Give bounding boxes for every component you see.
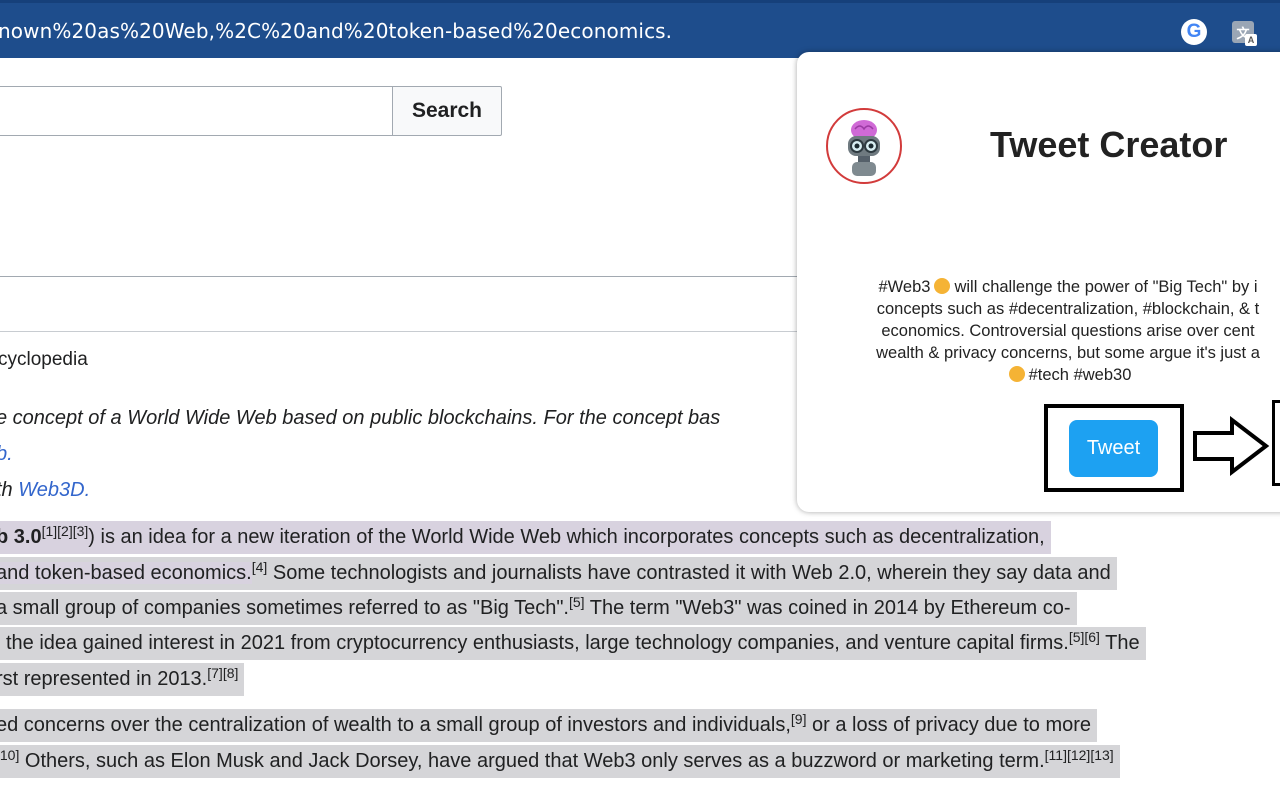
robot-avatar-icon <box>826 108 902 184</box>
citation[interactable]: [9] <box>791 711 807 727</box>
tweet-line: #tech #web30 <box>820 364 1280 386</box>
article-line: l the idea gained interest in 2021 from … <box>0 627 1146 660</box>
tweet-text-part: #tech #web30 <box>1028 366 1132 384</box>
divider <box>0 276 800 277</box>
citation[interactable]: [11][12][13] <box>1045 747 1114 763</box>
thinking-emoji-icon <box>934 278 951 294</box>
selected-text: ed concerns over the centralization of w… <box>0 709 1098 742</box>
tweet-line: wealth & privacy concerns, but some argu… <box>876 344 1260 362</box>
selected-text: [10] Others, such as Elon Musk and Jack … <box>0 745 1120 778</box>
citation[interactable]: [10] <box>0 747 19 763</box>
article-line: b 3.0[1][2][3]) is an idea for a new ite… <box>0 521 1051 554</box>
hatnote: e concept of a World Wide Web based on p… <box>0 407 720 430</box>
hatnote-link[interactable]: b. <box>0 443 13 465</box>
hatnote-text: th <box>0 479 13 501</box>
translate-icon[interactable]: 文A <box>1232 21 1257 46</box>
tweet-text-part: will challenge the power of "Big Tech" b… <box>954 278 1258 296</box>
url-text[interactable]: nown%20as%20Web,%2C%20and%20token-based%… <box>0 19 672 43</box>
popup-title: Tweet Creator <box>990 124 1228 165</box>
selected-text: l the idea gained interest in 2021 from … <box>0 627 1146 660</box>
article-line: [10] Others, such as Elon Musk and Jack … <box>0 745 1120 778</box>
tweet-line: concepts such as #decentralization, #blo… <box>876 300 1260 318</box>
citation[interactable]: [5] <box>569 594 585 610</box>
citation[interactable]: [5][6] <box>1069 629 1100 645</box>
article-line: and token-based economics.[4] Some techn… <box>0 557 1117 590</box>
tweet-text: #Web3 will challenge the power of "Big Te… <box>820 276 1280 386</box>
tweet-line: #Web3 will challenge the power of "Big Te… <box>820 276 1280 298</box>
page-subtitle: cyclopedia <box>0 349 88 370</box>
article-text: and token-based economics. <box>0 562 252 584</box>
citation[interactable]: [4] <box>252 559 268 575</box>
translate-sub-glyph: A <box>1245 34 1257 46</box>
article-text: ) is an idea for a new iteration of the … <box>88 526 1045 548</box>
arrow-right-icon <box>1193 416 1270 476</box>
selected-text: b 3.0[1][2][3]) is an idea for a new ite… <box>0 521 1051 554</box>
article-text: a small group of companies sometimes ref… <box>0 597 569 619</box>
divider <box>0 331 800 332</box>
article-text: The term "Web3" was coined in 2014 by Et… <box>584 597 1071 619</box>
google-icon[interactable]: G <box>1181 19 1207 45</box>
hatnote-text: e concept of a World Wide Web based on p… <box>0 407 721 429</box>
citation[interactable]: [1][2][3] <box>42 523 89 539</box>
article-text: rst represented in 2013. <box>0 668 208 690</box>
article-text: ed concerns over the centralization of w… <box>0 714 791 736</box>
tweet-button[interactable]: Tweet <box>1069 420 1158 477</box>
article-line: a small group of companies sometimes ref… <box>0 592 1077 625</box>
nerd-emoji-icon <box>1008 366 1025 382</box>
article-text: l the idea gained interest in 2021 from … <box>0 632 1069 654</box>
article-text: Others, such as Elon Musk and Jack Dorse… <box>19 750 1045 772</box>
selected-text: a small group of companies sometimes ref… <box>0 592 1077 625</box>
article-text: The <box>1099 632 1140 654</box>
bold-term: b 3.0 <box>0 526 42 548</box>
citation[interactable]: [7][8] <box>207 665 238 681</box>
web3d-link[interactable]: Web3D. <box>18 479 90 501</box>
article-line: ed concerns over the centralization of w… <box>0 709 1098 742</box>
tweet-text-part: #Web3 <box>878 278 931 296</box>
highlight-box-edge <box>1272 400 1280 486</box>
search-button[interactable]: Search <box>392 86 502 136</box>
article-line: rst represented in 2013.[7][8] <box>0 663 245 696</box>
hatnote: b. <box>0 443 13 466</box>
selected-text: and token-based economics.[4] Some techn… <box>0 557 1117 590</box>
selected-text: rst represented in 2013.[7][8] <box>0 663 245 696</box>
tweet-line: economics. Controversial questions arise… <box>881 322 1255 340</box>
hatnote: th Web3D. <box>0 479 90 502</box>
search-input[interactable] <box>0 86 394 136</box>
article-text: Some technologists and journalists have … <box>267 562 1111 584</box>
article-text: or a loss of privacy due to more <box>806 714 1092 736</box>
address-bar[interactable]: nown%20as%20Web,%2C%20and%20token-based%… <box>0 0 1280 58</box>
